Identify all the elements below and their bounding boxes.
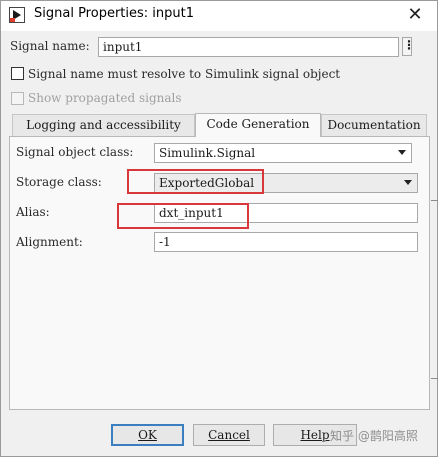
simulink-signal-icon <box>9 7 25 23</box>
chevron-down-icon <box>398 150 406 155</box>
signal-object-class-value: Simulink.Signal <box>159 146 256 160</box>
show-propagated-label: Show propagated signals <box>28 91 182 105</box>
cancel-button-label: Cancel <box>208 428 250 442</box>
ok-button[interactable]: OK <box>111 424 184 446</box>
close-icon[interactable]: ✕ <box>400 4 430 28</box>
show-propagated-checkbox[interactable] <box>11 92 24 105</box>
resolve-signal-checkbox[interactable] <box>11 67 24 80</box>
alignment-label: Alignment: <box>16 235 83 249</box>
tab-code-generation[interactable]: Code Generation <box>195 113 321 137</box>
alignment-input[interactable]: -1 <box>154 232 418 252</box>
signal-object-class-dropdown[interactable]: Simulink.Signal <box>154 143 412 163</box>
help-button-label: Help <box>300 428 330 442</box>
tab-logging-and-accessibility[interactable]: Logging and accessibility <box>12 114 195 136</box>
alias-label: Alias: <box>16 205 50 219</box>
window-title: Signal Properties: input1 <box>34 6 194 21</box>
resolve-signal-label: Signal name must resolve to Simulink sig… <box>28 67 341 81</box>
storage-class-highlight <box>127 169 264 194</box>
storage-class-label: Storage class: <box>16 175 102 189</box>
background-window-edge <box>431 378 438 379</box>
ok-button-label: OK <box>138 428 157 442</box>
alias-highlight <box>117 203 249 229</box>
signal-name-label: Signal name: <box>10 39 90 53</box>
watermark-text: 知乎 @鹊阳高照 <box>330 429 418 443</box>
signal-name-input[interactable]: input1 <box>98 37 399 57</box>
more-options-button[interactable]: ⋮ <box>402 37 415 56</box>
background-window-edge <box>431 200 438 201</box>
signal-object-class-label: Signal object class: <box>16 145 134 159</box>
chevron-down-icon <box>404 180 412 185</box>
tab-documentation[interactable]: Documentation <box>321 114 427 136</box>
cancel-button[interactable]: Cancel <box>193 424 265 446</box>
